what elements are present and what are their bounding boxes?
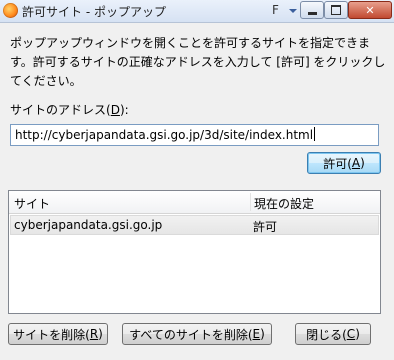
address-input[interactable]: http://cyberjapandata.gsi.go.jp/3d/site/… xyxy=(10,124,379,146)
window-title: 許可サイト - ポップアップ xyxy=(22,5,166,19)
remove-site-label: サイトを削除( xyxy=(13,327,90,342)
site-list[interactable]: サイト 現在の設定 cyberjapandata.gsi.go.jp 許可 xyxy=(8,190,381,314)
address-input-value: http://cyberjapandata.gsi.go.jp/3d/site/… xyxy=(15,128,314,142)
maximize-button[interactable] xyxy=(324,1,348,19)
text-caret xyxy=(314,127,316,141)
remove-site-suffix: ) xyxy=(98,327,103,341)
remove-all-suffix: ) xyxy=(260,327,265,341)
remove-all-accesskey: E xyxy=(252,327,261,341)
remove-all-sites-button[interactable]: すべてのサイトを削除(E) xyxy=(122,323,272,345)
close-label: 閉じる( xyxy=(306,327,347,342)
address-label: サイトのアドレス(D): xyxy=(10,101,129,118)
allow-button[interactable]: 許可(A) xyxy=(307,152,381,174)
remove-all-label: すべてのサイトを削除( xyxy=(129,327,253,342)
column-header-site[interactable]: サイト xyxy=(14,195,50,212)
firefox-icon xyxy=(3,3,18,18)
minimize-button[interactable] xyxy=(300,1,324,19)
list-item-setting: 許可 xyxy=(253,220,278,234)
close-button[interactable]: 閉じる(C) xyxy=(295,323,371,345)
dropdown-arrow-icon[interactable] xyxy=(289,9,297,13)
address-label-suffix: ): xyxy=(119,103,129,117)
title-bar[interactable]: 許可サイト - ポップアップ F ✕ xyxy=(0,0,394,23)
close-icon: ✕ xyxy=(365,3,375,17)
address-label-accesskey: D xyxy=(110,103,120,117)
description-text: ポップアップウィンドウを開くことを許可するサイトを指定できます。許可するサイトの… xyxy=(10,36,386,88)
remove-site-accesskey: R xyxy=(89,327,99,341)
list-item[interactable]: cyberjapandata.gsi.go.jp 許可 xyxy=(10,215,379,235)
allow-button-label: 許可( xyxy=(323,156,352,171)
column-separator[interactable] xyxy=(250,193,251,211)
close-accesskey: C xyxy=(346,327,356,341)
address-label-prefix: サイトのアドレス( xyxy=(10,103,111,117)
remove-site-button[interactable]: サイトを削除(R) xyxy=(8,323,108,345)
minimize-icon xyxy=(307,11,317,15)
allow-button-accesskey: A xyxy=(351,156,361,170)
close-window-button[interactable]: ✕ xyxy=(348,1,392,19)
maximize-icon xyxy=(331,5,341,15)
list-header: サイト 現在の設定 xyxy=(9,191,380,214)
list-item-site: cyberjapandata.gsi.go.jp xyxy=(14,218,163,232)
column-header-setting[interactable]: 現在の設定 xyxy=(254,195,314,212)
close-suffix: ) xyxy=(355,327,360,341)
title-extra-text: F xyxy=(272,3,279,17)
allow-button-suffix: ) xyxy=(360,156,365,170)
